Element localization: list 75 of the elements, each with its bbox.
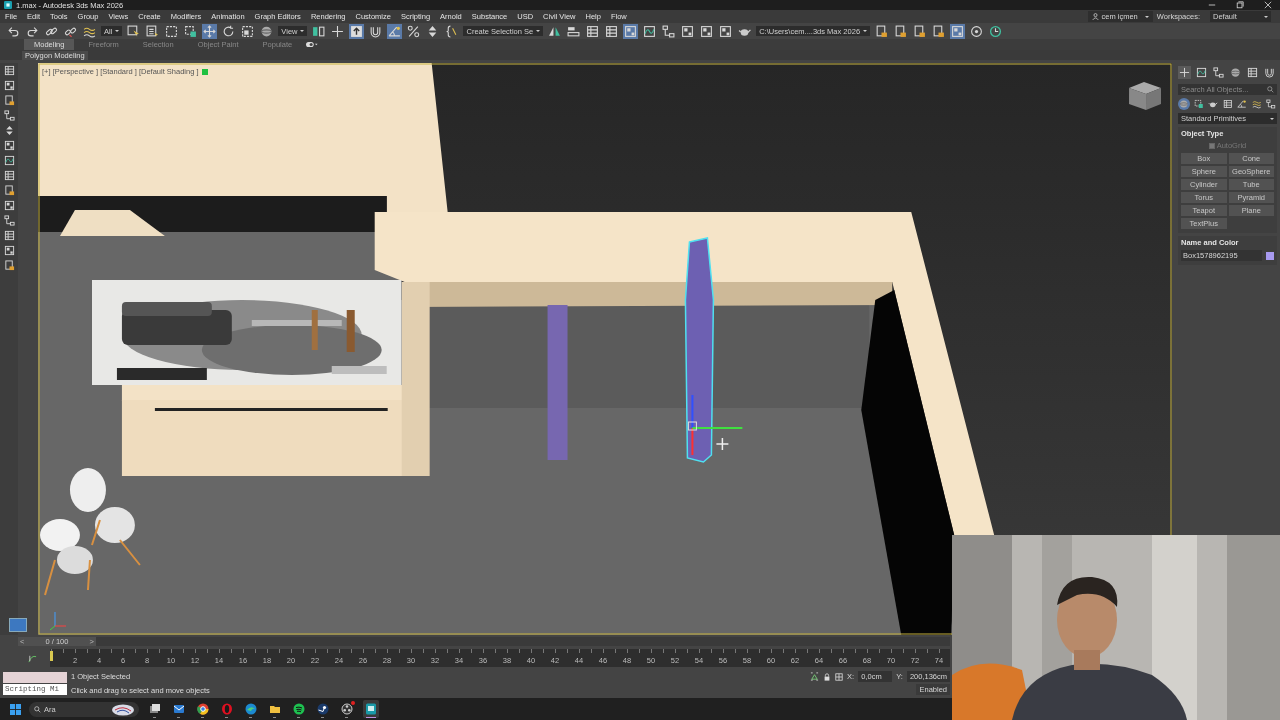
document-icon[interactable]: [3, 95, 15, 106]
grid-icon[interactable]: [3, 200, 15, 211]
isolate-icon[interactable]: [810, 672, 820, 681]
plus-icon[interactable]: [330, 23, 346, 39]
plus-icon[interactable]: [1178, 66, 1191, 79]
document-icon[interactable]: [874, 23, 890, 39]
node-icon[interactable]: [661, 23, 677, 39]
node-icon[interactable]: [1212, 66, 1225, 79]
start-icon[interactable]: [10, 703, 21, 715]
scale-icon[interactable]: [240, 23, 256, 39]
document-icon[interactable]: [931, 23, 947, 39]
curve-icon[interactable]: [1195, 66, 1208, 79]
crossing-icon[interactable]: [1192, 98, 1205, 110]
list-icon[interactable]: [145, 23, 161, 39]
color-swatch[interactable]: [1266, 251, 1274, 260]
document-icon[interactable]: [3, 185, 15, 196]
document-icon[interactable]: [3, 260, 15, 271]
lock-icon[interactable]: [823, 672, 832, 681]
table-icon[interactable]: [1221, 98, 1234, 110]
restore-icon[interactable]: [1236, 1, 1244, 9]
move-gizmo: [687, 394, 744, 456]
grid-icon[interactable]: [3, 245, 15, 256]
wave-icon[interactable]: [1250, 98, 1263, 110]
cursor-icon[interactable]: [126, 23, 142, 39]
table-icon[interactable]: [585, 23, 601, 39]
app-logo-icon: [4, 1, 12, 9]
percent-icon[interactable]: [406, 23, 422, 39]
viewcube-icon[interactable]: [1129, 82, 1161, 110]
grid-icon[interactable]: [950, 23, 966, 39]
clock-icon[interactable]: [988, 23, 1004, 39]
listener-output[interactable]: [3, 671, 67, 683]
table-icon[interactable]: [604, 23, 620, 39]
table-icon[interactable]: [3, 230, 15, 241]
close-icon[interactable]: [1264, 1, 1272, 9]
circle-icon[interactable]: [969, 23, 985, 39]
table-icon[interactable]: [3, 170, 15, 181]
grid-icon[interactable]: [718, 23, 734, 39]
angle-icon[interactable]: [1236, 98, 1248, 110]
node-icon[interactable]: [3, 215, 15, 226]
search-icon[interactable]: [34, 705, 41, 713]
curve-toggle-icon[interactable]: [28, 653, 37, 663]
curve-icon[interactable]: [3, 155, 15, 166]
user-icon: [1091, 13, 1099, 20]
move-icon[interactable]: [202, 23, 218, 39]
aperture-icon[interactable]: [339, 700, 355, 718]
arrow-box-icon[interactable]: [349, 23, 365, 39]
node-icon[interactable]: [1265, 98, 1278, 110]
dashed-square-icon[interactable]: [164, 23, 180, 39]
crossing-icon[interactable]: [183, 23, 199, 39]
search-icon[interactable]: [1267, 86, 1274, 93]
grid-icon[interactable]: [3, 140, 15, 151]
magnet-icon[interactable]: [1263, 66, 1276, 79]
sphere-icon[interactable]: [1229, 66, 1242, 79]
document-icon[interactable]: [893, 23, 909, 39]
cursor-icon: [715, 437, 730, 451]
app-tile-icon[interactable]: [363, 700, 379, 718]
minimize-icon[interactable]: [1208, 1, 1216, 9]
doodle-icon[interactable]: [111, 703, 135, 716]
grid-icon[interactable]: [623, 23, 639, 39]
toggle-icon[interactable]: [306, 41, 319, 48]
frame-marker: [50, 651, 53, 661]
status-square-icon: [201, 68, 208, 75]
grid-icon[interactable]: [3, 80, 15, 91]
grid-icon[interactable]: [680, 23, 696, 39]
document-icon[interactable]: [912, 23, 928, 39]
spinner-icon[interactable]: [3, 125, 15, 136]
node-icon[interactable]: [3, 110, 15, 121]
grid-icon[interactable]: [699, 23, 715, 39]
angle-icon[interactable]: [387, 23, 403, 39]
curve-icon[interactable]: [642, 23, 658, 39]
grid-mode-icon[interactable]: [835, 672, 844, 681]
axis-tripod-icon: [49, 611, 67, 631]
table-icon[interactable]: [3, 65, 15, 76]
sphere-icon[interactable]: [1178, 98, 1190, 110]
table-icon[interactable]: [1246, 66, 1259, 79]
